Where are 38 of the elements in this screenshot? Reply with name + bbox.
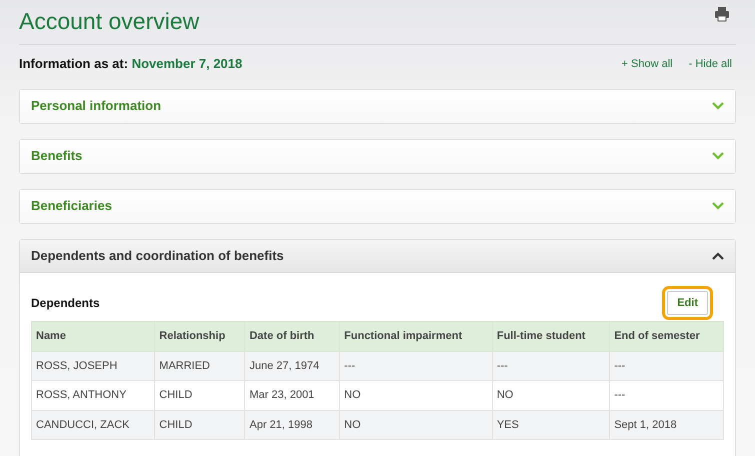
table-cell: Apr 21, 1998 [244, 410, 340, 440]
table-cell: CHILD [154, 380, 245, 410]
column-header: Name [32, 322, 155, 351]
chevron-down-icon [712, 102, 724, 110]
table-cell: YES [492, 410, 610, 440]
table-cell: NO [492, 380, 610, 410]
print-icon[interactable] [714, 6, 730, 22]
table-cell: MARRIED [154, 351, 245, 380]
info-text: Information as at: November 7, 2018 [19, 55, 242, 73]
table-cell: Sept 1, 2018 [610, 410, 724, 440]
column-header: Full-time student [492, 322, 610, 351]
table-cell: --- [492, 351, 610, 380]
chevron-down-icon [712, 202, 724, 210]
table-cell: --- [340, 351, 492, 380]
column-header: Date of birth [244, 322, 340, 351]
panel-header[interactable]: Benefits [20, 140, 735, 172]
column-header: End of semester [610, 322, 724, 351]
panel-header[interactable]: Dependents and coordination of benefits [20, 240, 735, 272]
table-cell: NO [340, 380, 492, 410]
page-title: Account overview [19, 7, 200, 36]
table-cell: --- [610, 351, 724, 380]
table-cell: CANDUCCI, ZACK [32, 410, 155, 440]
column-header: Relationship [154, 322, 245, 351]
column-header: Functional impairment [340, 322, 492, 351]
chevron-up-icon [712, 252, 724, 260]
table-cell: ROSS, JOSEPH [32, 351, 155, 380]
table-cell: ROSS, ANTHONY [32, 380, 155, 410]
toggle-link[interactable]: - Hide all [688, 56, 732, 72]
table-cell: June 27, 1974 [244, 351, 340, 380]
table-cell: CHILD [154, 410, 245, 440]
table-cell: NO [340, 410, 492, 440]
table-cell: --- [610, 380, 724, 410]
table-cell: Mar 23, 2001 [244, 380, 340, 410]
panel-header[interactable]: Beneficiaries [20, 190, 735, 222]
section-title: Dependents [31, 294, 100, 312]
toggle-link[interactable]: + Show all [622, 56, 673, 72]
panel-header[interactable]: Personal information [20, 90, 735, 122]
chevron-down-icon [712, 152, 724, 160]
